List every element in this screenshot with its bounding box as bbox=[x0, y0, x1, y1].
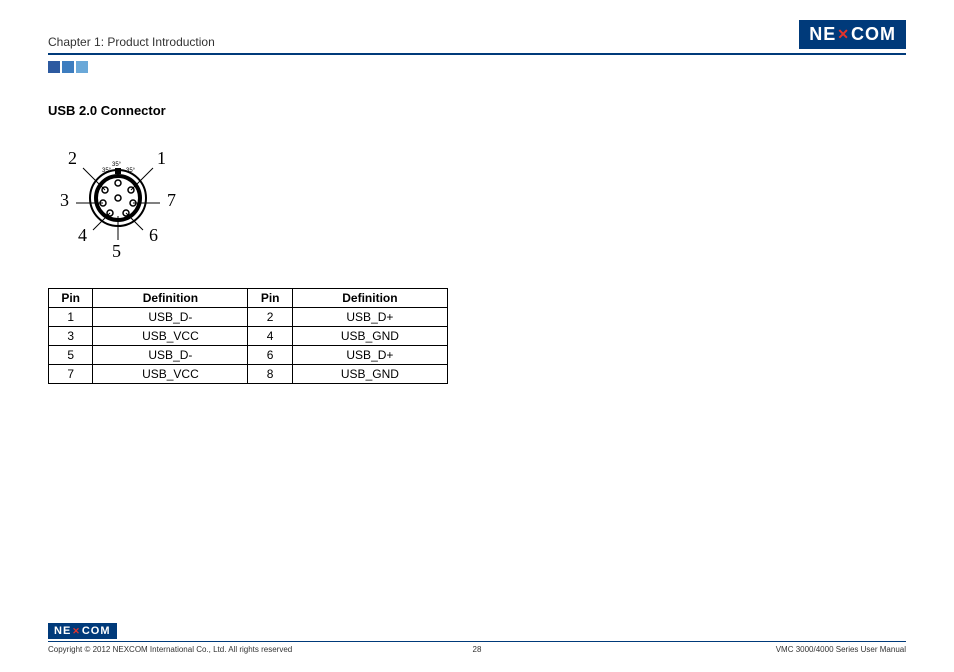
chapter-title: Chapter 1: Product Introduction bbox=[48, 35, 215, 49]
def-cell: USB_VCC bbox=[93, 327, 248, 346]
footer-row: Copyright © 2012 NEXCOM International Co… bbox=[48, 645, 906, 654]
square-icon bbox=[62, 61, 74, 73]
header-divider bbox=[48, 53, 906, 55]
def-cell: USB_D+ bbox=[292, 346, 447, 365]
logo-post: COM bbox=[851, 24, 896, 45]
pin-cell: 7 bbox=[49, 365, 93, 384]
pin-cell: 6 bbox=[248, 346, 292, 365]
pin-label-7: 7 bbox=[167, 190, 176, 211]
pin-cell: 1 bbox=[49, 308, 93, 327]
section-title: USB 2.0 Connector bbox=[48, 103, 906, 118]
def-cell: USB_D+ bbox=[292, 308, 447, 327]
footer-logo: NE ✕ COM bbox=[48, 623, 117, 639]
table-row: 3 USB_VCC 4 USB_GND bbox=[49, 327, 448, 346]
pin-cell: 8 bbox=[248, 365, 292, 384]
col-definition: Definition bbox=[93, 289, 248, 308]
page-number: 28 bbox=[473, 645, 482, 654]
logo-pre: NE bbox=[54, 625, 71, 637]
def-cell: USB_D- bbox=[93, 346, 248, 365]
pinout-table: Pin Definition Pin Definition 1 USB_D- 2… bbox=[48, 288, 448, 384]
pin-label-5: 5 bbox=[112, 241, 121, 262]
svg-text:35°: 35° bbox=[102, 168, 112, 174]
decorative-squares bbox=[48, 61, 906, 73]
svg-text:35°: 35° bbox=[126, 168, 136, 174]
col-definition: Definition bbox=[292, 289, 447, 308]
table-row: 1 USB_D- 2 USB_D+ bbox=[49, 308, 448, 327]
col-pin: Pin bbox=[248, 289, 292, 308]
nexcom-logo: NE ✕ COM bbox=[799, 20, 906, 49]
square-icon bbox=[48, 61, 60, 73]
pin-label-3: 3 bbox=[60, 190, 69, 211]
pin-cell: 3 bbox=[49, 327, 93, 346]
page-footer: NE ✕ COM Copyright © 2012 NEXCOM Interna… bbox=[48, 621, 906, 654]
def-cell: USB_D- bbox=[93, 308, 248, 327]
square-icon bbox=[76, 61, 88, 73]
connector-diagram: 35° 35° 35° 1 2 3 4 5 6 7 bbox=[58, 138, 178, 258]
pin-cell: 5 bbox=[49, 346, 93, 365]
pin-cell: 2 bbox=[248, 308, 292, 327]
logo-pre: NE bbox=[809, 24, 836, 45]
pin-cell: 4 bbox=[248, 327, 292, 346]
pin-label-2: 2 bbox=[68, 148, 77, 169]
def-cell: USB_VCC bbox=[93, 365, 248, 384]
copyright-text: Copyright © 2012 NEXCOM International Co… bbox=[48, 645, 292, 654]
footer-divider bbox=[48, 641, 906, 642]
table-header-row: Pin Definition Pin Definition bbox=[49, 289, 448, 308]
manual-title: VMC 3000/4000 Series User Manual bbox=[776, 645, 906, 654]
svg-text:35°: 35° bbox=[112, 162, 122, 168]
logo-post: COM bbox=[82, 625, 111, 637]
logo-x-icon: ✕ bbox=[837, 26, 850, 43]
page-header: Chapter 1: Product Introduction NE ✕ COM bbox=[48, 20, 906, 49]
table-row: 7 USB_VCC 8 USB_GND bbox=[49, 365, 448, 384]
pin-label-6: 6 bbox=[149, 225, 158, 246]
table-row: 5 USB_D- 6 USB_D+ bbox=[49, 346, 448, 365]
pin-label-4: 4 bbox=[78, 225, 87, 246]
pin-label-1: 1 bbox=[157, 148, 166, 169]
def-cell: USB_GND bbox=[292, 365, 447, 384]
logo-x-icon: ✕ bbox=[72, 626, 81, 637]
col-pin: Pin bbox=[49, 289, 93, 308]
def-cell: USB_GND bbox=[292, 327, 447, 346]
